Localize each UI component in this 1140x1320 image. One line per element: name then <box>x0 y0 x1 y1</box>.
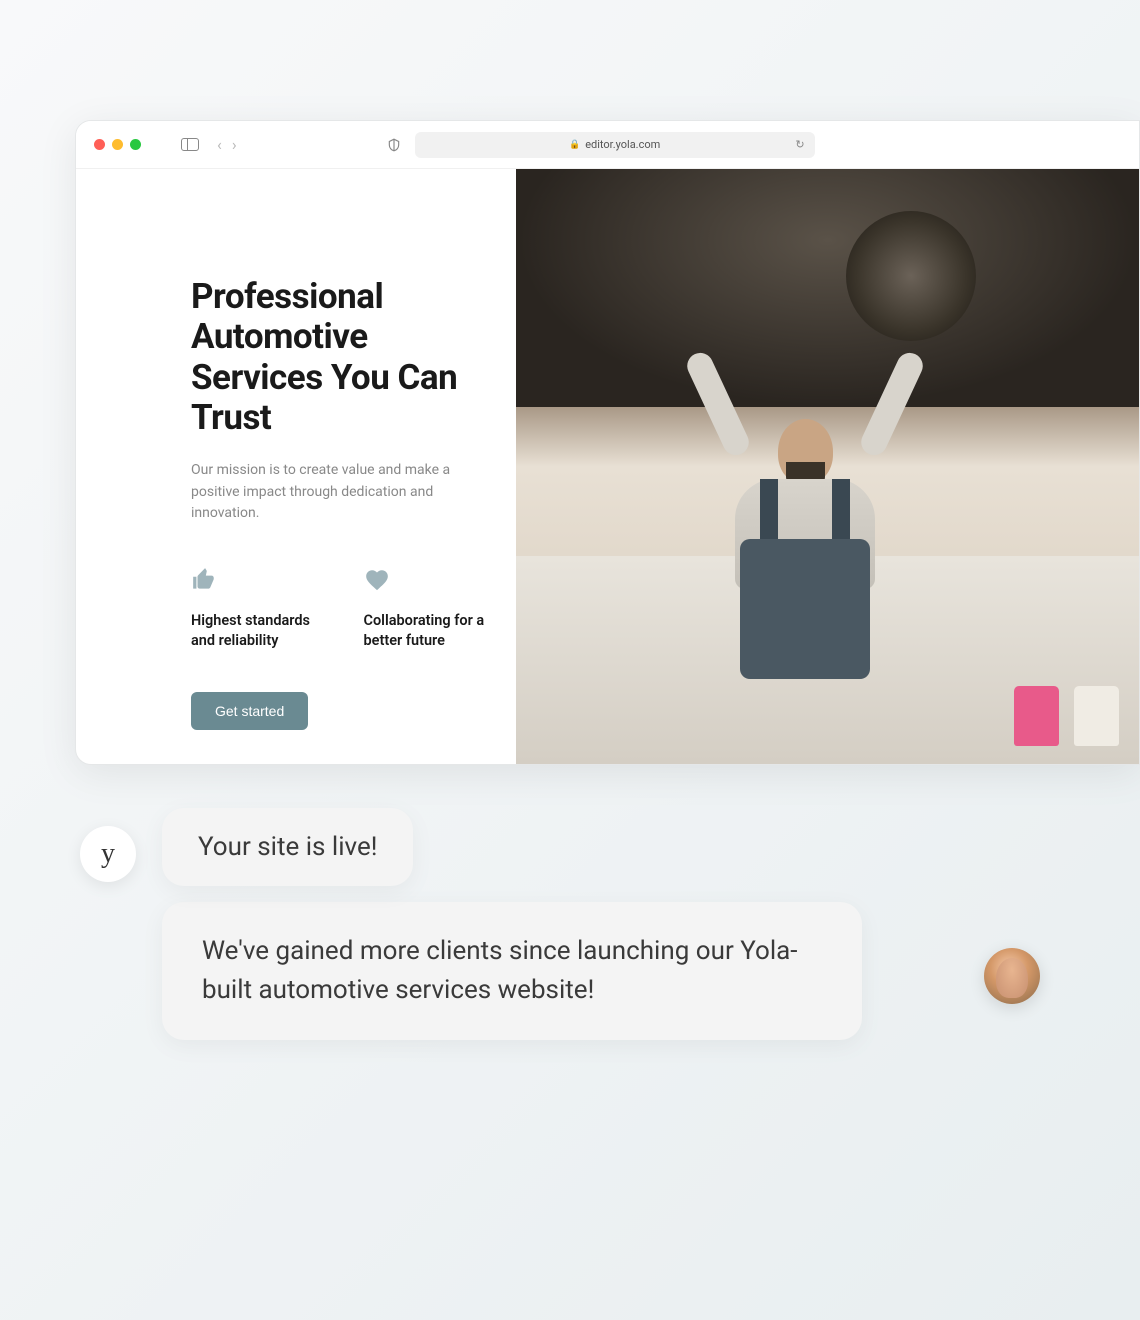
browser-window: ‹ › 🔒 editor.yola.com ↻ Professional Aut… <box>75 120 1140 765</box>
hero-left-column: Professional Automotive Services You Can… <box>76 169 516 764</box>
window-controls <box>94 139 141 150</box>
refresh-icon[interactable]: ↻ <box>795 138 804 151</box>
feature-label: Highest standards and reliability <box>191 611 314 650</box>
close-window-button[interactable] <box>94 139 105 150</box>
back-button[interactable]: ‹ <box>217 135 222 154</box>
minimize-window-button[interactable] <box>112 139 123 150</box>
sidebar-toggle-icon[interactable] <box>181 138 199 151</box>
chat-message-text: Your site is live! <box>198 832 377 862</box>
feature-label: Collaborating for a better future <box>364 611 487 650</box>
forward-button[interactable]: › <box>232 135 237 154</box>
user-avatar <box>984 948 1040 1004</box>
browser-chrome: ‹ › 🔒 editor.yola.com ↻ <box>76 121 1139 169</box>
thumbs-up-icon <box>191 567 217 593</box>
chat-bubble-system: Your site is live! <box>162 808 413 886</box>
hero-image <box>516 169 1139 764</box>
maximize-window-button[interactable] <box>130 139 141 150</box>
lock-icon: 🔒 <box>569 140 580 150</box>
yola-avatar-glyph: y <box>101 838 115 870</box>
mechanic-illustration <box>516 169 1139 764</box>
url-bar[interactable]: 🔒 editor.yola.com ↻ <box>415 132 815 158</box>
hero-headline: Professional Automotive Services You Can… <box>191 277 486 438</box>
privacy-shield-icon[interactable] <box>387 138 401 152</box>
features-row: Highest standards and reliability Collab… <box>191 567 486 650</box>
feature-item: Highest standards and reliability <box>191 567 314 650</box>
get-started-button[interactable]: Get started <box>191 692 308 730</box>
feature-item: Collaborating for a better future <box>364 567 487 650</box>
heart-icon <box>364 567 390 593</box>
nav-arrows: ‹ › <box>217 135 237 154</box>
chat-area: y Your site is live! We've gained more c… <box>80 808 1080 1040</box>
chat-message-text: We've gained more clients since launchin… <box>202 936 797 1005</box>
chat-bubble-user: We've gained more clients since launchin… <box>162 902 862 1040</box>
yola-avatar: y <box>80 826 136 882</box>
page-content: Professional Automotive Services You Can… <box>76 169 1139 764</box>
hero-subtext: Our mission is to create value and make … <box>191 460 486 525</box>
url-text: editor.yola.com <box>585 138 660 151</box>
